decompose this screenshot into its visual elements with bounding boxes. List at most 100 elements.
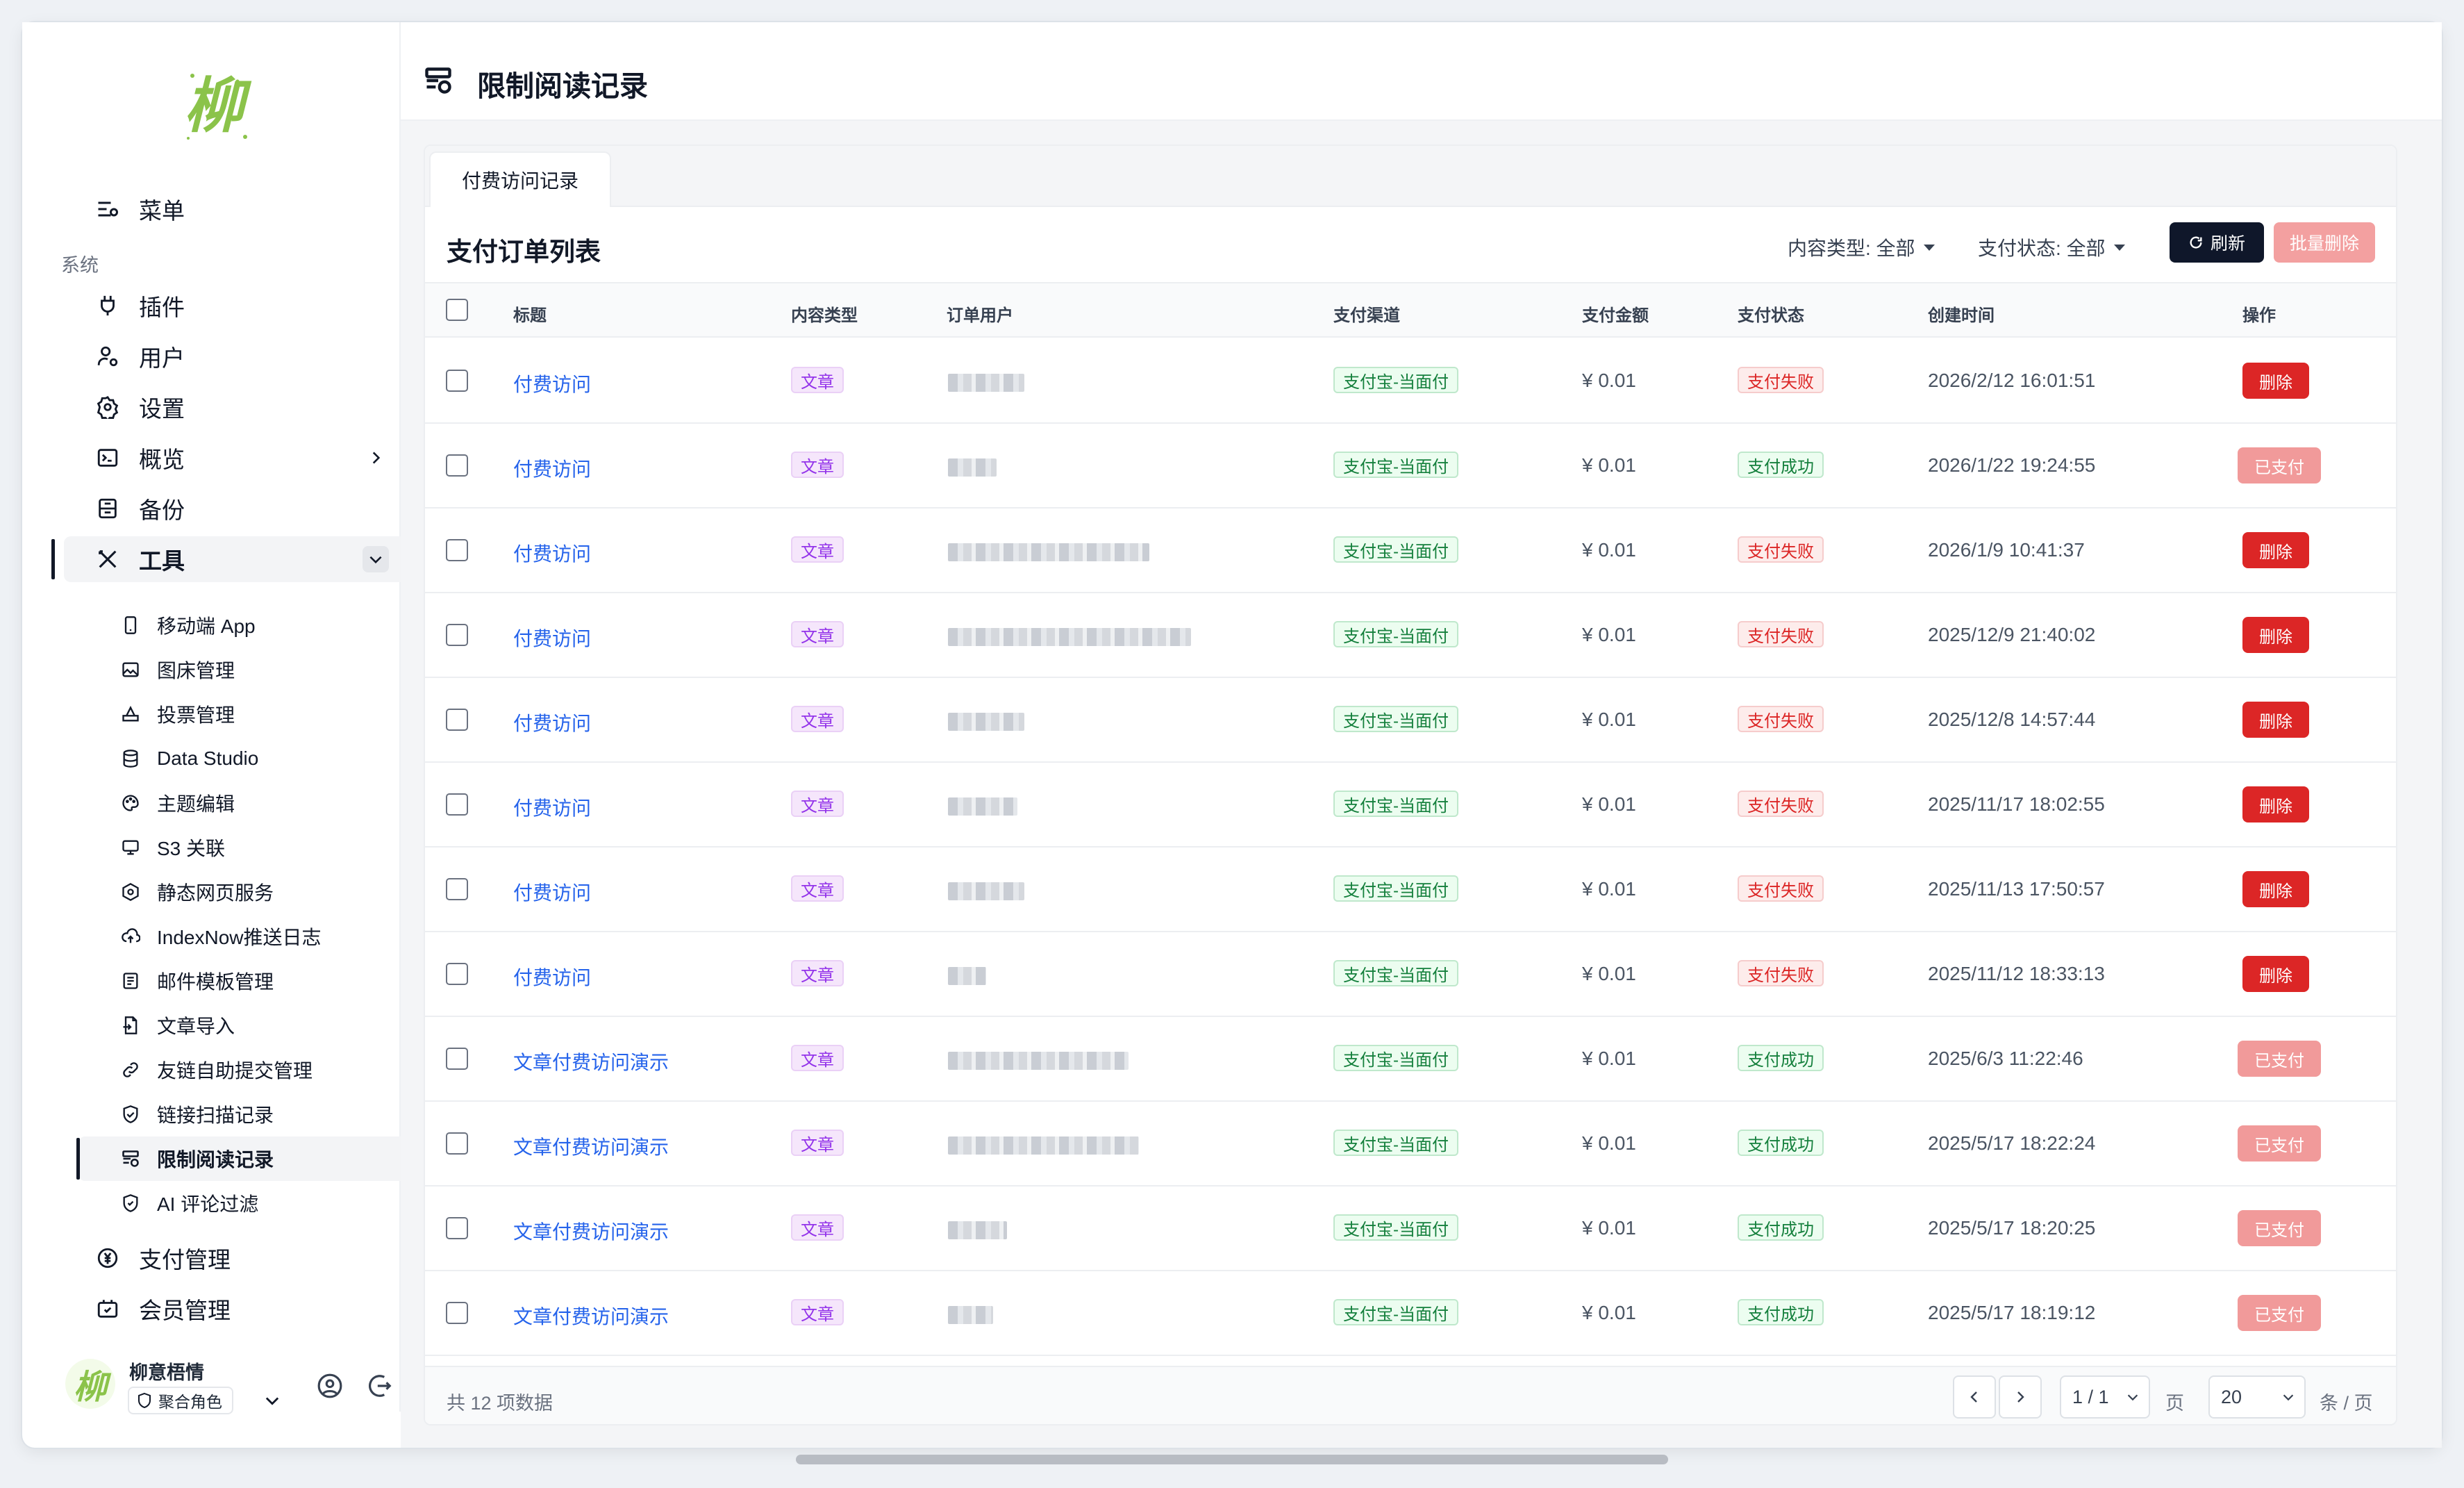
sidebar-sub-ai-comment-filter[interactable]: AI 评论过滤 <box>79 1181 406 1225</box>
row-checkbox[interactable] <box>446 1132 468 1155</box>
content-type-filter-label: 内容类型: 全部 <box>1788 238 1915 259</box>
table-row: 文章付费访问演示 文章 支付宝-当面付 ¥ 0.01 支付成功 2025/5/17 18:… <box>425 1271 2396 1356</box>
sidebar-sub-mobile-app[interactable]: 移动端 App <box>79 603 406 647</box>
sidebar-item-backup[interactable]: 备份 <box>64 486 406 531</box>
member-card-icon <box>92 1293 124 1325</box>
delete-button[interactable]: 删除 <box>2242 702 2309 738</box>
created-time: 2025/5/17 18:20:25 <box>1928 1217 2096 1239</box>
row-checkbox[interactable] <box>446 793 468 816</box>
sidebar-sub-data-studio[interactable]: Data Studio <box>79 736 406 781</box>
content-type-filter[interactable]: 内容类型: 全部 <box>1788 233 1935 261</box>
sidebar-item-payment[interactable]: 支付管理 <box>64 1235 406 1281</box>
logout-icon[interactable] <box>367 1373 393 1399</box>
sidebar-sub-static-pages[interactable]: 静态网页服务 <box>79 870 406 914</box>
row-title-link[interactable]: 付费访问 <box>513 539 591 567</box>
delete-button[interactable]: 删除 <box>2242 363 2309 399</box>
row-checkbox[interactable] <box>446 1048 468 1070</box>
sidebar-sub-article-import[interactable]: 文章导入 <box>79 1003 406 1048</box>
row-checkbox[interactable] <box>446 878 468 900</box>
sidebar-sub-image-bed[interactable]: 图床管理 <box>79 647 406 692</box>
paid-button[interactable]: 已支付 <box>2238 1041 2321 1077</box>
role-badge: 聚合角色 <box>128 1387 233 1414</box>
profile-icon[interactable] <box>317 1373 343 1399</box>
row-title-link[interactable]: 文章付费访问演示 <box>513 1217 669 1245</box>
row-title-link[interactable]: 文章付费访问演示 <box>513 1048 669 1075</box>
shield-check-icon <box>118 1102 143 1127</box>
pay-channel-tag: 支付宝-当面付 <box>1333 367 1458 393</box>
row-checkbox[interactable] <box>446 624 468 646</box>
row-title-link[interactable]: 付费访问 <box>513 963 591 991</box>
sidebar-sub-indexnow[interactable]: IndexNow推送日志 <box>79 914 406 959</box>
row-title-link[interactable]: 付费访问 <box>513 878 591 906</box>
delete-button[interactable]: 删除 <box>2242 532 2309 568</box>
paid-button[interactable]: 已支付 <box>2238 1125 2321 1162</box>
pay-status-filter-label: 支付状态: 全部 <box>1978 238 2106 259</box>
sidebar-item-users[interactable]: 用户 <box>64 333 406 379</box>
row-checkbox[interactable] <box>446 539 468 561</box>
row-title-link[interactable]: 文章付费访问演示 <box>513 1132 669 1160</box>
row-title-link[interactable]: 文章付费访问演示 <box>513 1302 669 1330</box>
row-checkbox[interactable] <box>446 1217 468 1239</box>
page-select[interactable]: 1 / 1 <box>2060 1375 2150 1419</box>
paid-button[interactable]: 已支付 <box>2238 1210 2321 1246</box>
monitor-icon <box>118 835 143 860</box>
site-logo[interactable]: 柳 <box>178 60 255 151</box>
paid-button[interactable]: 已支付 <box>2238 1295 2321 1331</box>
row-title-link[interactable]: 付费访问 <box>513 624 591 652</box>
row-checkbox[interactable] <box>446 454 468 477</box>
batch-delete-button[interactable]: 批量删除 <box>2274 222 2375 263</box>
column-header: 标题 <box>513 306 547 325</box>
row-checkbox[interactable] <box>446 709 468 731</box>
sidebar-sub-label: 主题编辑 <box>157 793 235 815</box>
pay-status-tag: 支付失败 <box>1738 536 1824 563</box>
row-checkbox[interactable] <box>446 963 468 985</box>
sidebar-item-settings[interactable]: 设置 <box>64 384 406 430</box>
sidebar-sub-friend-links[interactable]: 友链自助提交管理 <box>79 1048 406 1092</box>
pay-status-tag: 支付成功 <box>1738 452 1824 478</box>
sidebar-item-membership[interactable]: 会员管理 <box>64 1286 406 1332</box>
pay-status-tag: 支付成功 <box>1738 1130 1824 1156</box>
chevron-down-icon[interactable] <box>263 1391 282 1410</box>
sidebar-item-tools[interactable]: 工具 <box>64 536 406 582</box>
row-title-link[interactable]: 付费访问 <box>513 370 591 397</box>
user-settings-icon <box>92 340 124 372</box>
pay-status-filter[interactable]: 支付状态: 全部 <box>1978 233 2125 261</box>
sidebar-item-menu[interactable]: 菜单 <box>64 186 406 232</box>
delete-button[interactable]: 删除 <box>2242 871 2309 907</box>
row-title-link[interactable]: 付费访问 <box>513 454 591 482</box>
horizontal-scrollbar[interactable] <box>796 1455 1668 1464</box>
paid-button[interactable]: 已支付 <box>2238 447 2321 483</box>
delete-button[interactable]: 删除 <box>2242 786 2309 822</box>
sidebar-sub-vote[interactable]: 投票管理 <box>79 692 406 736</box>
refresh-button[interactable]: 刷新 <box>2170 222 2264 263</box>
page-size-select[interactable]: 20 <box>2208 1375 2306 1419</box>
delete-button[interactable]: 删除 <box>2242 617 2309 653</box>
pay-status-tag: 支付成功 <box>1738 1045 1824 1071</box>
sidebar-sub-mail-template[interactable]: 邮件模板管理 <box>79 959 406 1003</box>
row-checkbox[interactable] <box>446 370 468 392</box>
row-checkbox[interactable] <box>446 1302 468 1324</box>
select-all-checkbox[interactable] <box>446 299 468 321</box>
sidebar-item-label: 支付管理 <box>139 1247 231 1273</box>
order-user-redacted <box>948 882 1024 900</box>
delete-button[interactable]: 删除 <box>2242 956 2309 992</box>
next-page-button[interactable] <box>1999 1375 2042 1419</box>
column-header: 创建时间 <box>1928 306 1995 325</box>
sidebar-sub-restricted-reading[interactable]: 限制阅读记录 <box>79 1136 406 1181</box>
sidebar-item-overview[interactable]: 概览 <box>64 435 406 481</box>
avatar[interactable]: 柳 <box>65 1359 115 1409</box>
chevron-right-icon <box>2017 1391 2024 1403</box>
sidebar-sub-s3[interactable]: S3 关联 <box>79 825 406 870</box>
sidebar-item-plugins[interactable]: 插件 <box>64 283 406 329</box>
row-title-link[interactable]: 付费访问 <box>513 709 591 736</box>
pay-status-tag: 支付失败 <box>1738 791 1824 817</box>
tab-paid-access-records[interactable]: 付费访问记录 <box>429 151 611 207</box>
sidebar-sub-theme-editor[interactable]: 主题编辑 <box>79 781 406 825</box>
sidebar-sub-link-scan[interactable]: 链接扫描记录 <box>79 1092 406 1136</box>
chevron-down-icon[interactable] <box>363 546 389 572</box>
chevron-right-icon[interactable] <box>363 445 389 471</box>
prev-page-button[interactable] <box>1953 1375 1996 1419</box>
sidebar-sub-label: IndexNow推送日志 <box>157 927 322 948</box>
pay-amount: ¥ 0.01 <box>1582 1048 1636 1069</box>
row-title-link[interactable]: 付费访问 <box>513 793 591 821</box>
